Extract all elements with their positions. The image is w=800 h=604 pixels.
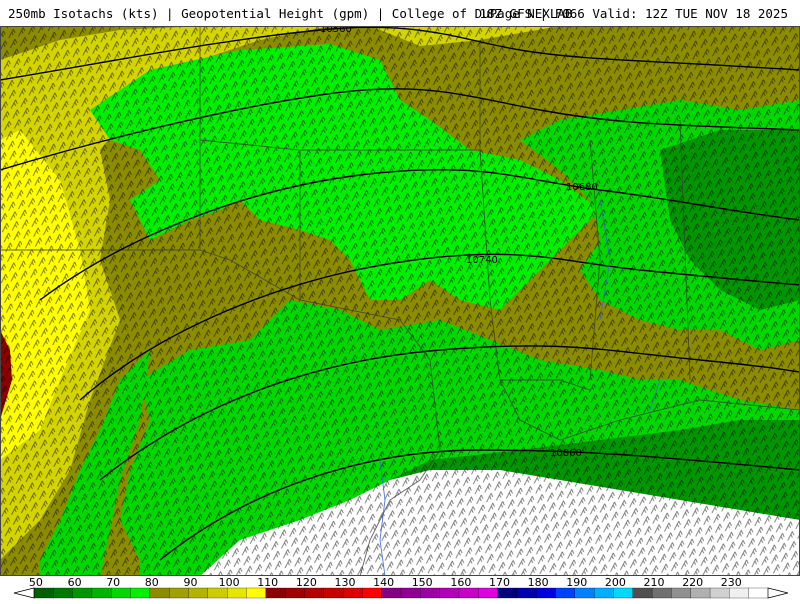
colorbar-tick-label: 110 — [257, 576, 278, 589]
title-bar: 250mb Isotachs (kts) | Geopotential Heig… — [0, 0, 800, 27]
colorbar-swatch — [323, 587, 344, 599]
colorbar-swatch — [284, 587, 305, 599]
colorbar-tick-label: 170 — [489, 576, 510, 589]
colorbar-swatch — [33, 587, 54, 599]
colorbar-swatch — [613, 587, 634, 599]
colorbar-swatch — [651, 587, 672, 599]
colorbar-tick-label: 160 — [450, 576, 471, 589]
colorbar-swatch — [149, 587, 170, 599]
colorbar-swatch — [555, 587, 576, 599]
colorbar-tick-label: 130 — [335, 576, 356, 589]
colorbar-tick-label: 200 — [605, 576, 626, 589]
colorbar-tick-label: 210 — [644, 576, 665, 589]
colorbar-tick-label: 140 — [373, 576, 394, 589]
colorbar-swatch — [420, 587, 441, 599]
colorbar-tick-label: 50 — [29, 576, 43, 589]
colorbar-tick-label: 70 — [106, 576, 120, 589]
colorbar-tick-label: 100 — [219, 576, 240, 589]
colorbar-swatch — [400, 587, 421, 599]
colorbar-right-arrow — [767, 587, 789, 599]
contour-label-10560: 10560 — [320, 26, 352, 35]
colorbar-tick-label: 150 — [412, 576, 433, 589]
colorbar-swatch — [439, 587, 460, 599]
colorbar-swatch — [130, 587, 151, 599]
colorbar-swatch — [342, 587, 363, 599]
colorbar-swatch — [111, 587, 132, 599]
colorbar-swatch — [207, 587, 228, 599]
weather-map: 10560 10680 10740 10860 — [0, 26, 800, 576]
colorbar-tick-label: 220 — [682, 576, 703, 589]
colorbar-swatch — [536, 587, 556, 599]
colorbar-swatch — [362, 587, 383, 599]
colorbar-swatch — [632, 587, 653, 599]
colorbar-swatch — [690, 587, 711, 599]
colorbar-swatch — [671, 587, 692, 599]
colorbar-swatch — [265, 587, 286, 599]
colorbar-swatch — [188, 587, 209, 599]
colorbar-swatch — [72, 587, 93, 599]
colorbar-swatch — [169, 587, 189, 599]
colorbar-swatch — [458, 587, 479, 599]
colorbar-tick-label: 230 — [721, 576, 742, 589]
colorbar-swatch — [227, 587, 247, 599]
contour-label-10860: 10860 — [550, 448, 582, 459]
colorbar-swatch — [91, 587, 112, 599]
contour-label-10680: 10680 — [566, 182, 598, 193]
colorbar-swatch — [516, 587, 537, 599]
colorbar-tick-label: 80 — [145, 576, 159, 589]
colorbar-tick-label: 190 — [566, 576, 587, 589]
speed-colorbar: 50 60 70 80 90 100 110 120 130 140 150 160 170 180 190… — [0, 576, 800, 600]
colorbar-tick-label: 60 — [68, 576, 82, 589]
run-valid-time: 18Z GFS | F066 Valid: 12Z TUE NOV 18 202… — [479, 6, 788, 21]
colorbar-swatch — [381, 587, 402, 599]
colorbar-labels: 50 60 70 80 90 100 110 120 130 140 150 160 170 180 190… — [29, 576, 742, 589]
colorbar-left-arrow — [13, 587, 35, 599]
colorbar-tick-label: 180 — [528, 576, 549, 589]
colorbar-swatch — [53, 587, 74, 599]
colorbar-swatch — [497, 587, 518, 599]
colorbar-swatch — [246, 587, 267, 599]
colorbar-swatch — [574, 587, 595, 599]
colorbar-swatch — [594, 587, 614, 599]
contour-label-10740: 10740 — [466, 255, 498, 266]
colorbar-swatch — [478, 587, 499, 599]
colorbar-tick-label: 90 — [184, 576, 198, 589]
colorbar-swatch — [304, 587, 325, 599]
colorbar-tick-label: 120 — [296, 576, 317, 589]
colorbar-swatches — [33, 587, 769, 599]
colorbar-swatch — [748, 587, 769, 599]
colorbar-swatch — [709, 587, 730, 599]
colorbar-swatch — [729, 587, 750, 599]
